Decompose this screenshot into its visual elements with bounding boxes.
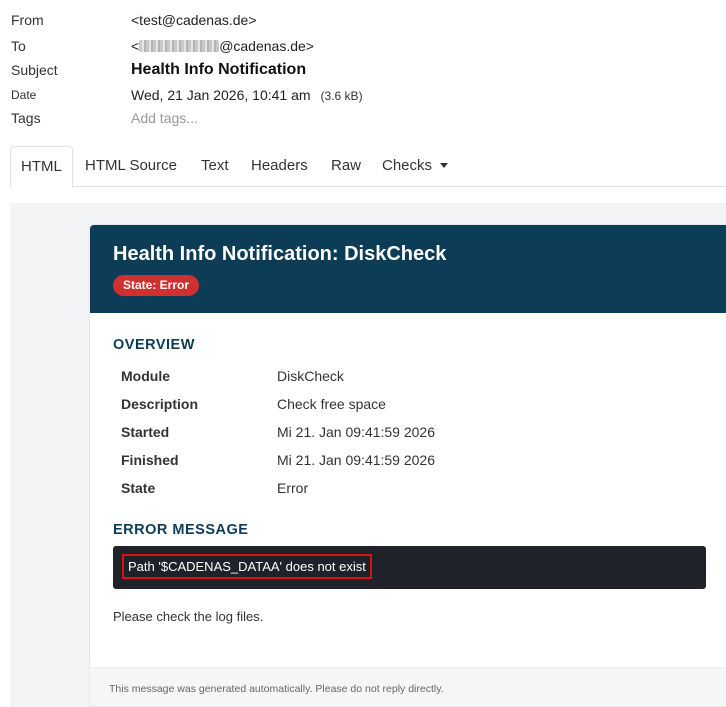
email-footer: This message was generated automatically… [90,667,726,706]
overview-value: Check free space [277,396,386,412]
overview-label: Started [121,424,170,440]
overview-label: Description [121,396,199,412]
error-box: Path '$CADENAS_DATAA' does not exist [113,546,706,589]
overview-heading: OVERVIEW [113,337,195,353]
overview-label: State [121,480,156,496]
view-tabs: HTML HTML Source Text Headers Raw Checks [10,146,726,188]
to-prefix: < [131,38,140,54]
subject-value: Health Info Notification [131,61,307,78]
date-label: Date [11,88,37,102]
redacted-address [139,40,220,52]
subject-label: Subject [11,62,58,78]
email-title: Health Info Notification: DiskCheck [113,243,447,265]
overview-value: Mi 21. Jan 09:41:59 2026 [277,452,436,468]
tab-text[interactable]: Text [201,146,229,187]
overview-row: State Error [121,480,681,508]
tab-checks-label: Checks [382,157,433,174]
from-value[interactable]: <test@cadenas.de> [131,12,257,28]
tab-checks[interactable]: Checks [382,146,449,187]
overview-label: Finished [121,452,179,468]
email-card: Health Info Notification: DiskCheck Stat… [89,224,726,707]
from-label: From [11,12,44,28]
overview-row: Finished Mi 21. Jan 09:41:59 2026 [121,452,681,480]
date-value: Wed, 21 Jan 2026, 10:41 am (3.6 kB) [131,87,363,103]
chevron-down-icon [440,163,449,168]
to-value[interactable]: < @cadenas.de> [131,38,314,54]
overview-row: Description Check free space [121,396,681,424]
footer-text: This message was generated automatically… [109,683,444,695]
overview-value: Error [277,480,309,496]
error-heading: ERROR MESSAGE [113,522,249,538]
overview-row: Started Mi 21. Jan 09:41:59 2026 [121,424,681,452]
tab-raw[interactable]: Raw [331,146,361,187]
tab-headers[interactable]: Headers [251,146,308,187]
error-message: Path '$CADENAS_DATAA' does not exist [122,554,372,579]
to-suffix: @cadenas.de> [219,38,314,54]
add-tags-input[interactable]: Add tags... [131,110,198,126]
check-logs-note: Please check the log files. [113,609,264,624]
overview-value: DiskCheck [277,368,344,384]
tags-label: Tags [11,110,41,126]
state-badge: State: Error [113,275,200,296]
overview-row: Module DiskCheck [121,368,681,396]
to-label: To [11,38,26,54]
tab-html[interactable]: HTML [10,146,73,188]
message-size: (3.6 kB) [320,89,363,103]
overview-value: Mi 21. Jan 09:41:59 2026 [277,424,436,440]
email-card-header: Health Info Notification: DiskCheck Stat… [90,225,726,313]
overview-label: Module [121,368,170,384]
date-text: Wed, 21 Jan 2026, 10:41 am [131,87,311,103]
tab-html-source[interactable]: HTML Source [85,146,177,187]
